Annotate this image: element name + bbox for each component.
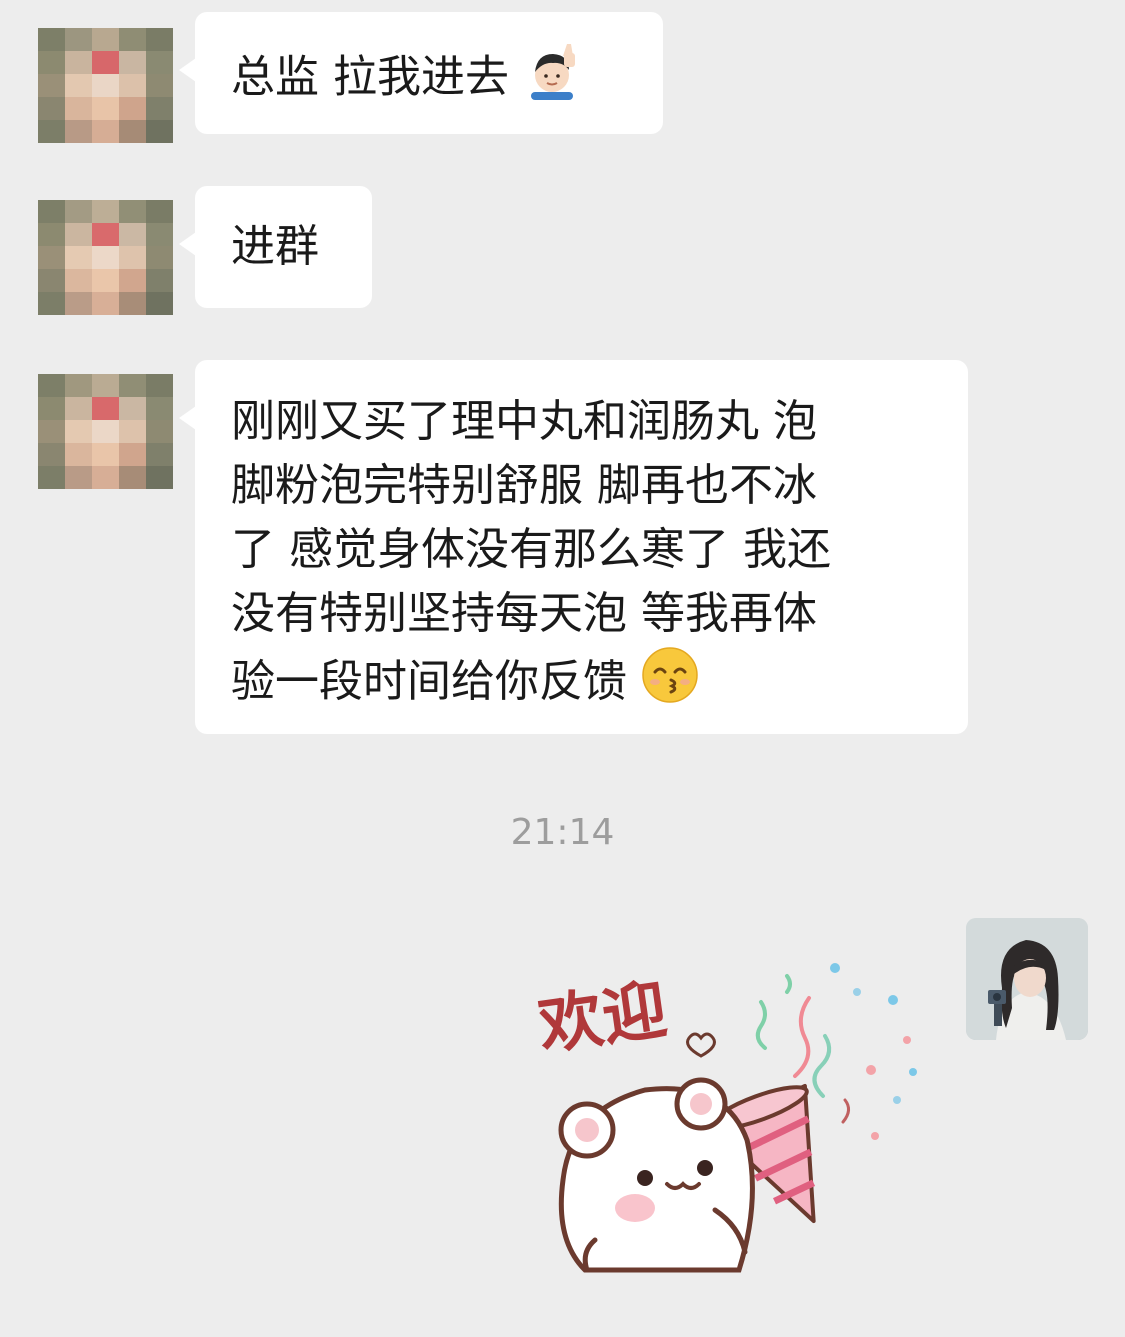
raising-hand-man-emoji [523,42,581,117]
message-line: 验一段时间给你反馈 [231,656,627,707]
welcome-sticker[interactable]: 欢迎 [525,940,945,1280]
message-text: 进群 [231,221,319,272]
bear-party-popper-sticker: 欢迎 [533,963,917,1273]
contact-avatar[interactable] [38,200,173,315]
contact-avatar[interactable] [38,28,173,143]
message-timestamp: 21:14 [510,812,615,853]
user-avatar[interactable] [966,918,1088,1040]
message-text: 总监 拉我进去 [231,51,509,103]
message-line: 没有特别坚持每天泡 等我再体 [231,588,817,639]
pixelated-avatar-icon [38,374,173,489]
message-line: 刚刚又买了理中丸和润肠丸 泡 [231,396,817,447]
chat-window: 总监 拉我进去 进群 刚刚又买了理中丸和润肠丸 泡 脚粉泡完特别舒服 脚再也不冰… [0,0,1125,1337]
contact-avatar[interactable] [38,374,173,489]
message-bubble[interactable]: 进群 [179,186,372,308]
message-bubble[interactable]: 总监 拉我进去 [179,12,663,134]
kissing-face-emoji [641,646,699,722]
message-line-last: 验一段时间给你反馈 [231,646,932,722]
pixelated-avatar-icon [38,200,173,315]
message-line: 了 感觉身体没有那么寒了 我还 [231,524,831,575]
pixelated-avatar-icon [38,28,173,143]
sticker-text: 欢迎 [533,973,671,1064]
user-photo-icon [966,918,1088,1040]
message-bubble[interactable]: 刚刚又买了理中丸和润肠丸 泡 脚粉泡完特别舒服 脚再也不冰 了 感觉身体没有那么… [179,360,968,734]
message-line: 脚粉泡完特别舒服 脚再也不冰 [231,460,817,511]
